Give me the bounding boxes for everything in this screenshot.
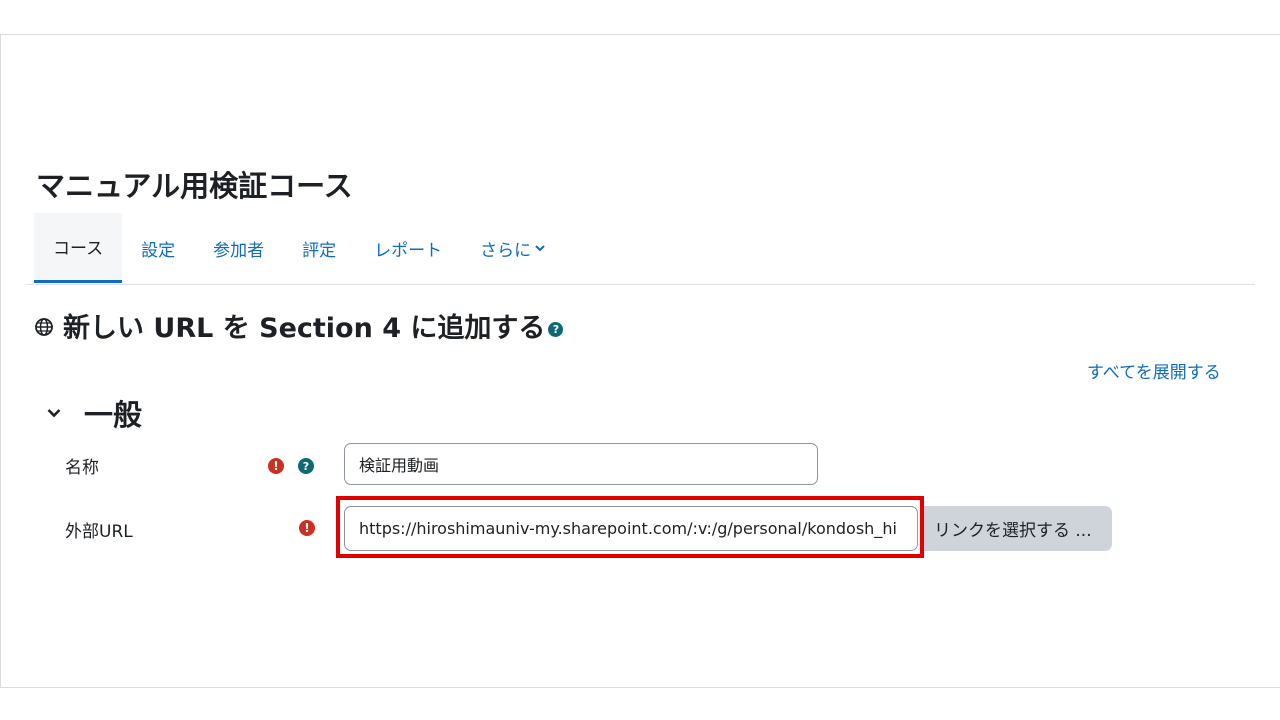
help-icon[interactable]: ? (548, 322, 564, 337)
page-heading: 新しい URL を Section 4 に追加する ? (34, 306, 564, 345)
tab-participants[interactable]: 参加者 (194, 213, 283, 283)
tab-more-label: さらに (480, 240, 532, 261)
page-title: 新しい URL を Section 4 に追加する (63, 313, 546, 344)
tab-participants-label: 参加者 (213, 240, 265, 261)
highlight-box (336, 496, 924, 558)
name-label: 名称 (65, 458, 99, 478)
section-general-header[interactable]: 一般 (44, 392, 142, 434)
tab-more[interactable]: さらに (461, 213, 564, 283)
help-icon[interactable]: ? (298, 458, 314, 474)
secondary-navigation: コース 設定 参加者 評定 レポート さらに (34, 213, 564, 283)
choose-link-button[interactable]: リンクを選択する ... (920, 506, 1112, 551)
tab-course[interactable]: コース (34, 213, 123, 283)
tab-settings-label: 設定 (141, 240, 176, 261)
required-icon: ! (268, 458, 284, 474)
name-input[interactable] (344, 443, 818, 485)
tab-settings[interactable]: 設定 (122, 213, 194, 283)
tab-grades-label: 評定 (302, 240, 337, 261)
external-url-label: 外部URL (65, 522, 133, 542)
tab-grades[interactable]: 評定 (283, 213, 355, 283)
section-title: 一般 (84, 398, 143, 432)
tab-course-label: コース (53, 239, 104, 259)
tab-reports-label: レポート (374, 240, 443, 261)
expand-all-link[interactable]: すべてを展開する (1087, 358, 1221, 383)
globe-icon (34, 317, 54, 337)
chevron-down-icon[interactable] (44, 403, 64, 423)
nav-divider (26, 284, 1255, 285)
chevron-down-icon (535, 242, 545, 255)
required-icon: ! (299, 520, 315, 536)
course-title: マニュアル用検証コース (36, 169, 353, 203)
tab-reports[interactable]: レポート (355, 213, 461, 283)
